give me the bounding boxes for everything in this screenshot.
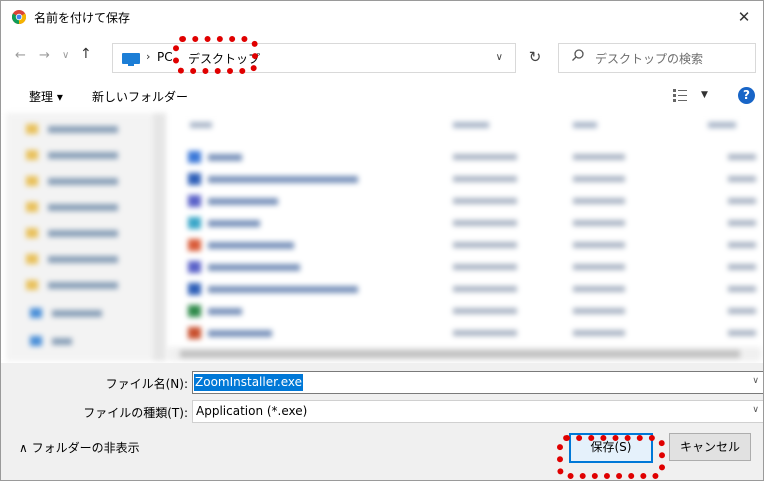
file-type-select[interactable]: Application (*.exe) ∨	[192, 400, 763, 423]
file-name-value[interactable]: ZoomInstaller.exe	[194, 374, 304, 391]
file-list[interactable]	[168, 113, 761, 361]
breadcrumb-pc[interactable]: PC	[157, 50, 173, 64]
dialog-title: 名前を付けて保存	[34, 11, 131, 25]
file-row[interactable]	[188, 173, 758, 187]
close-button[interactable]: ✕	[731, 5, 757, 29]
file-row[interactable]	[188, 151, 758, 165]
chevron-down-icon[interactable]: ∨	[752, 376, 759, 386]
pc-icon	[122, 53, 140, 66]
search-box[interactable]: デスクトップの検索	[558, 43, 756, 73]
file-type-value[interactable]: Application (*.exe)	[196, 404, 307, 418]
file-type-label: ファイルの種類(T):	[83, 406, 188, 420]
file-row[interactable]	[188, 305, 758, 319]
save-button-highlight	[557, 435, 665, 479]
file-row[interactable]	[188, 327, 758, 341]
toolbar: 整理 ▾ 新しいフォルダー ▼ ?	[1, 81, 763, 111]
file-name-label: ファイル名(N):	[105, 377, 188, 391]
forward-arrow-icon[interactable]: →	[39, 48, 50, 63]
navigation-row: ← → ∨ ↑ › PC デスクトップ › ∨ ↻ デスクトップの検索	[1, 39, 763, 75]
chevron-down-icon[interactable]: ▼	[701, 90, 708, 100]
up-arrow-icon[interactable]: ↑	[80, 46, 92, 62]
search-icon	[572, 49, 584, 61]
breadcrumb-separator[interactable]: ›	[146, 50, 150, 63]
help-icon[interactable]: ?	[738, 87, 755, 104]
new-folder-button[interactable]: 新しいフォルダー	[92, 88, 188, 105]
cancel-button[interactable]: キャンセル	[669, 433, 751, 461]
file-row[interactable]	[188, 195, 758, 209]
save-as-dialog: 名前を付けて保存 ✕ ← → ∨ ↑ › PC デスクトップ › ∨ ↻ デスク…	[0, 0, 764, 481]
file-row[interactable]	[188, 283, 758, 297]
organize-button[interactable]: 整理 ▾	[29, 88, 63, 105]
chevron-down-icon[interactable]: ∨	[752, 405, 759, 415]
title-bar: 名前を付けて保存 ✕	[1, 1, 763, 33]
recent-locations-chevron-icon[interactable]: ∨	[62, 50, 69, 61]
chevron-down-icon[interactable]: ∨	[496, 52, 503, 63]
view-options-icon[interactable]	[673, 89, 687, 102]
file-row[interactable]	[188, 261, 758, 275]
file-browser-blurred	[6, 113, 761, 361]
file-row[interactable]	[188, 217, 758, 231]
file-row[interactable]	[188, 239, 758, 253]
navigation-scrollbar[interactable]	[153, 113, 166, 361]
file-fields: ファイル名(N): ZoomInstaller.exe ∨ ファイルの種類(T)…	[1, 363, 763, 423]
breadcrumb-highlight	[173, 36, 258, 74]
file-name-input[interactable]: ZoomInstaller.exe ∨	[192, 371, 763, 394]
back-arrow-icon[interactable]: ←	[15, 48, 26, 63]
chrome-icon	[12, 10, 26, 24]
search-input[interactable]: デスクトップの検索	[595, 50, 703, 67]
hide-folders-toggle[interactable]: ∧ フォルダーの非表示	[19, 439, 140, 456]
navigation-pane[interactable]	[6, 113, 166, 361]
horizontal-scrollbar[interactable]	[168, 347, 761, 361]
refresh-icon[interactable]: ↻	[521, 43, 549, 71]
